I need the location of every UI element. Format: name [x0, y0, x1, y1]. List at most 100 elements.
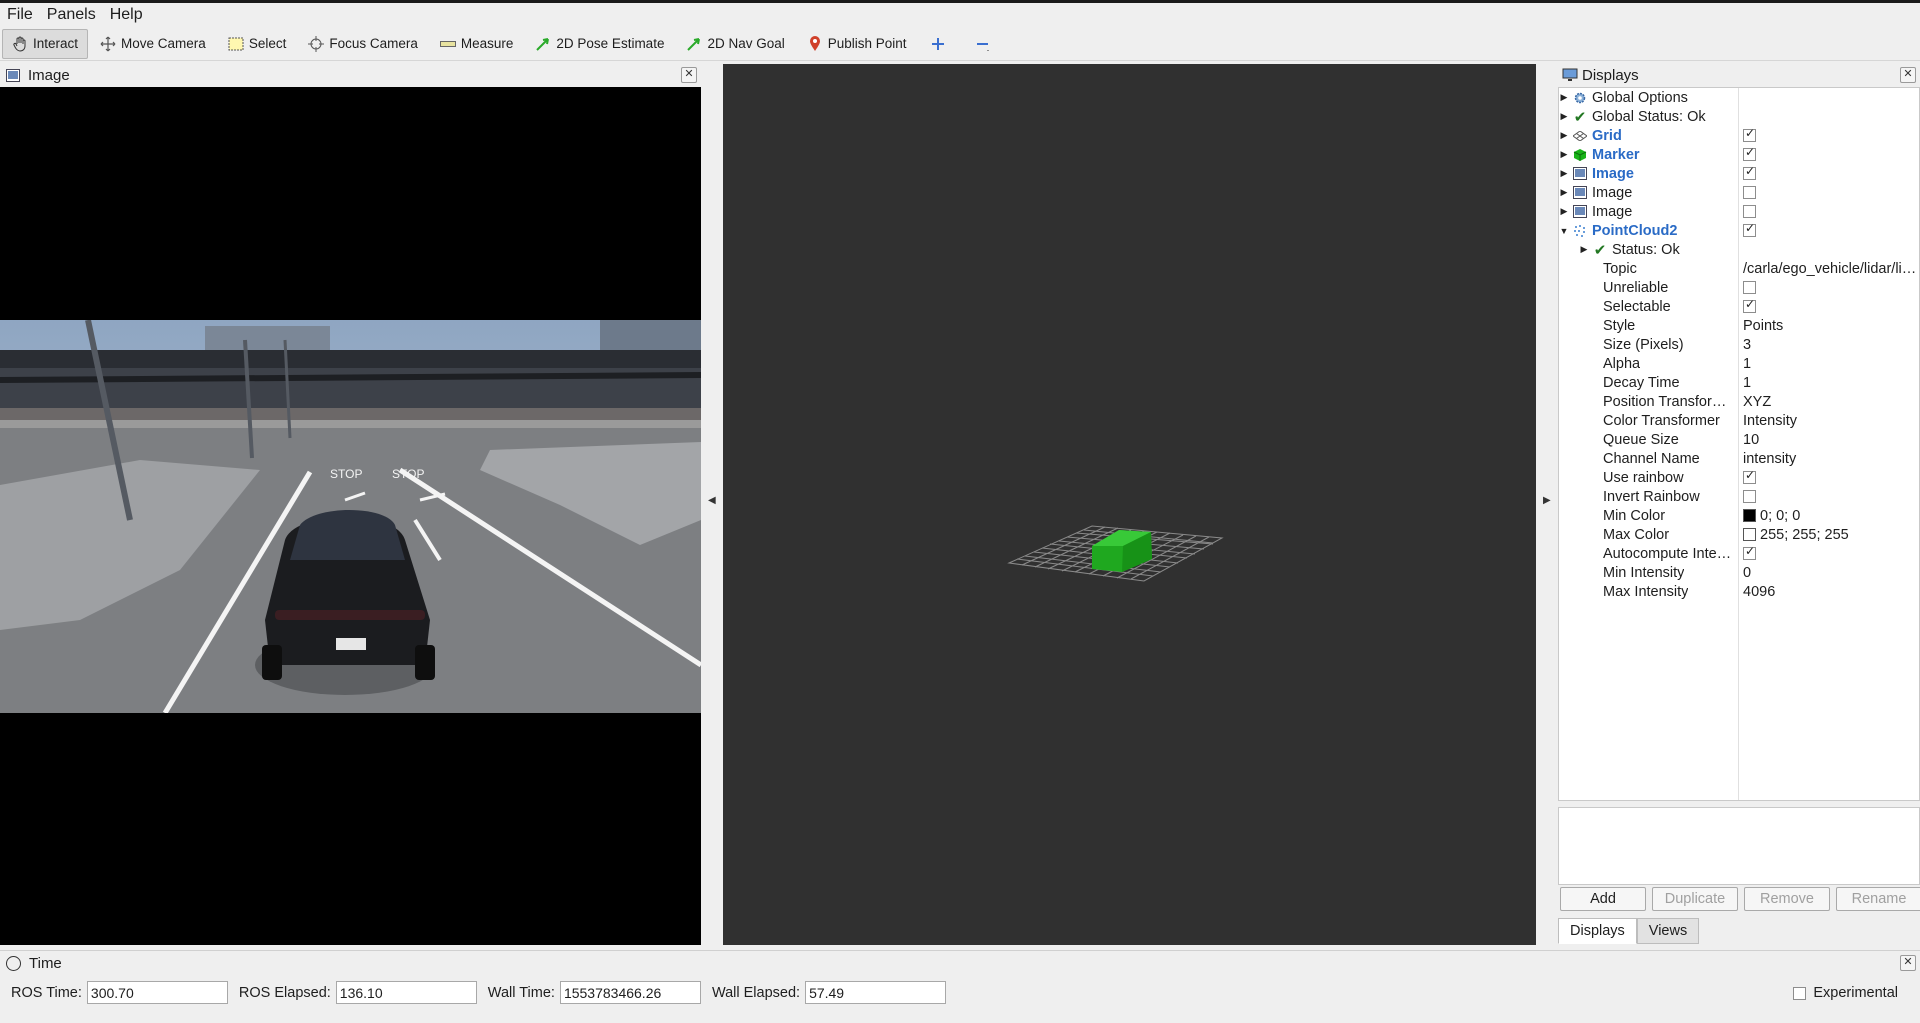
min-intensity-value[interactable]: 0: [1743, 565, 1917, 581]
duplicate-display-button[interactable]: Duplicate: [1652, 887, 1738, 911]
expand-arrow-icon[interactable]: ▶: [1559, 149, 1569, 160]
alpha-value[interactable]: 1: [1743, 356, 1917, 372]
prop-min-intensity[interactable]: Min Intensity 0: [1559, 563, 1919, 582]
tree-item-grid[interactable]: ▶ Grid: [1559, 126, 1919, 145]
size-value[interactable]: 3: [1743, 337, 1917, 353]
pointcloud2-enabled-checkbox[interactable]: [1743, 223, 1756, 238]
left-splitter-handle[interactable]: ◀: [701, 63, 723, 945]
prop-channel-name[interactable]: Channel Name intensity: [1559, 449, 1919, 468]
tree-item-image-2[interactable]: ▶ Image: [1559, 183, 1919, 202]
collapse-arrow-icon[interactable]: ▼: [1559, 226, 1569, 236]
topic-value[interactable]: /carla/ego_vehicle/lidar/lidar1/point_cl…: [1743, 261, 1917, 277]
position-transformer-value[interactable]: XYZ: [1743, 394, 1917, 410]
remove-display-button[interactable]: Remove: [1744, 887, 1830, 911]
move-camera-label: Move Camera: [121, 36, 206, 51]
grid-enabled-checkbox[interactable]: [1743, 128, 1756, 143]
ros-time-field[interactable]: 300.70: [86, 981, 228, 1004]
min-color-value[interactable]: 0; 0; 0: [1743, 508, 1917, 524]
prop-status[interactable]: ▶ ✔ Status: Ok: [1559, 240, 1919, 259]
tree-item-global-options[interactable]: ▶ Global Options: [1559, 88, 1919, 107]
selectable-checkbox[interactable]: [1743, 299, 1756, 314]
prop-max-intensity[interactable]: Max Intensity 4096: [1559, 582, 1919, 601]
min-color-swatch[interactable]: [1743, 509, 1756, 523]
measure-tool-button[interactable]: Measure: [430, 29, 524, 59]
menu-help[interactable]: Help: [103, 6, 150, 24]
tab-displays[interactable]: Displays: [1558, 918, 1637, 944]
menu-panels[interactable]: Panels: [40, 6, 103, 24]
tab-views[interactable]: Views: [1636, 918, 1700, 944]
prop-size-pixels[interactable]: Size (Pixels) 3: [1559, 335, 1919, 354]
expand-arrow-icon[interactable]: ▶: [1579, 244, 1589, 255]
prop-unreliable[interactable]: Unreliable: [1559, 278, 1919, 297]
experimental-toggle[interactable]: Experimental: [1793, 985, 1898, 1001]
prop-label: Selectable: [1603, 298, 1671, 315]
image-2-enabled-checkbox[interactable]: [1743, 186, 1756, 200]
2d-pose-estimate-label: 2D Pose Estimate: [556, 36, 665, 51]
max-intensity-value[interactable]: 4096: [1743, 584, 1917, 600]
expand-arrow-icon[interactable]: ▶: [1559, 187, 1569, 198]
ros-elapsed-field[interactable]: 136.10: [335, 981, 477, 1004]
interact-tool-button[interactable]: Interact: [2, 28, 89, 59]
use-rainbow-checkbox[interactable]: [1743, 470, 1756, 485]
close-icon[interactable]: ✕: [1900, 955, 1916, 971]
camera-image-view[interactable]: STOP STOP: [0, 87, 701, 945]
tree-item-pointcloud2[interactable]: ▼ PointCloud2: [1559, 221, 1919, 240]
tree-item-global-status[interactable]: ▶ ✔ Global Status: Ok: [1559, 107, 1919, 126]
invert-rainbow-checkbox[interactable]: [1743, 490, 1756, 504]
prop-max-color[interactable]: Max Color 255; 255; 255: [1559, 525, 1919, 544]
prop-alpha[interactable]: Alpha 1: [1559, 354, 1919, 373]
menu-file[interactable]: File: [0, 6, 40, 24]
move-camera-tool-button[interactable]: Move Camera: [90, 29, 216, 59]
tree-item-image-1[interactable]: ▶ Image: [1559, 164, 1919, 183]
ros-time-label: ROS Time:: [11, 984, 82, 1001]
prop-selectable[interactable]: Selectable: [1559, 297, 1919, 316]
remove-tool-button[interactable]: [964, 29, 1007, 59]
prop-invert-rainbow[interactable]: Invert Rainbow: [1559, 487, 1919, 506]
right-splitter-handle[interactable]: ▶: [1536, 63, 1558, 945]
style-value[interactable]: Points: [1743, 318, 1917, 334]
prop-use-rainbow[interactable]: Use rainbow: [1559, 468, 1919, 487]
marker-enabled-checkbox[interactable]: [1743, 147, 1756, 162]
color-transformer-value[interactable]: Intensity: [1743, 413, 1917, 429]
add-tool-button[interactable]: [919, 29, 962, 59]
channel-name-value[interactable]: intensity: [1743, 451, 1917, 467]
rename-display-button[interactable]: Rename: [1836, 887, 1920, 911]
prop-min-color[interactable]: Min Color 0; 0; 0: [1559, 506, 1919, 525]
prop-color-transformer[interactable]: Color Transformer Intensity: [1559, 411, 1919, 430]
prop-autocompute-intensity[interactable]: Autocompute Intensity Bounds: [1559, 544, 1919, 563]
expand-arrow-icon[interactable]: ▶: [1559, 92, 1569, 103]
add-display-button[interactable]: Add: [1560, 887, 1646, 911]
clock-icon: [6, 955, 21, 971]
image-3-enabled-checkbox[interactable]: [1743, 205, 1756, 219]
prop-style[interactable]: Style Points: [1559, 316, 1919, 335]
close-icon[interactable]: ✕: [681, 67, 697, 83]
focus-camera-tool-button[interactable]: Focus Camera: [298, 29, 428, 59]
tree-item-image-3[interactable]: ▶ Image: [1559, 202, 1919, 221]
max-color-value[interactable]: 255; 255; 255: [1743, 527, 1917, 543]
decay-time-value[interactable]: 1: [1743, 375, 1917, 391]
2d-pose-estimate-tool-button[interactable]: 2D Pose Estimate: [525, 29, 674, 59]
experimental-checkbox[interactable]: [1793, 986, 1807, 1000]
publish-point-tool-button[interactable]: Publish Point: [797, 29, 917, 59]
tree-item-marker[interactable]: ▶ Marker: [1559, 145, 1919, 164]
select-tool-button[interactable]: Select: [218, 29, 297, 59]
image-1-enabled-checkbox[interactable]: [1743, 166, 1756, 181]
expand-arrow-icon[interactable]: ▶: [1559, 206, 1569, 217]
max-color-swatch[interactable]: [1743, 528, 1756, 542]
2d-nav-goal-tool-button[interactable]: 2D Nav Goal: [676, 29, 794, 59]
close-icon[interactable]: ✕: [1900, 67, 1916, 83]
queue-size-value[interactable]: 10: [1743, 432, 1917, 448]
prop-decay-time[interactable]: Decay Time 1: [1559, 373, 1919, 392]
prop-topic[interactable]: Topic /carla/ego_vehicle/lidar/lidar1/po…: [1559, 259, 1919, 278]
expand-arrow-icon[interactable]: ▶: [1559, 130, 1569, 141]
wall-elapsed-field[interactable]: 57.49: [805, 981, 947, 1004]
prop-queue-size[interactable]: Queue Size 10: [1559, 430, 1919, 449]
unreliable-checkbox[interactable]: [1743, 281, 1756, 295]
autocompute-checkbox[interactable]: [1743, 546, 1756, 561]
ros-elapsed-label: ROS Elapsed:: [238, 984, 331, 1001]
3d-render-view[interactable]: [723, 64, 1536, 945]
expand-arrow-icon[interactable]: ▶: [1559, 168, 1569, 179]
wall-time-field[interactable]: 1553783466.26: [559, 981, 701, 1004]
expand-arrow-icon[interactable]: ▶: [1559, 111, 1569, 122]
prop-position-transformer[interactable]: Position Transformer XYZ: [1559, 392, 1919, 411]
